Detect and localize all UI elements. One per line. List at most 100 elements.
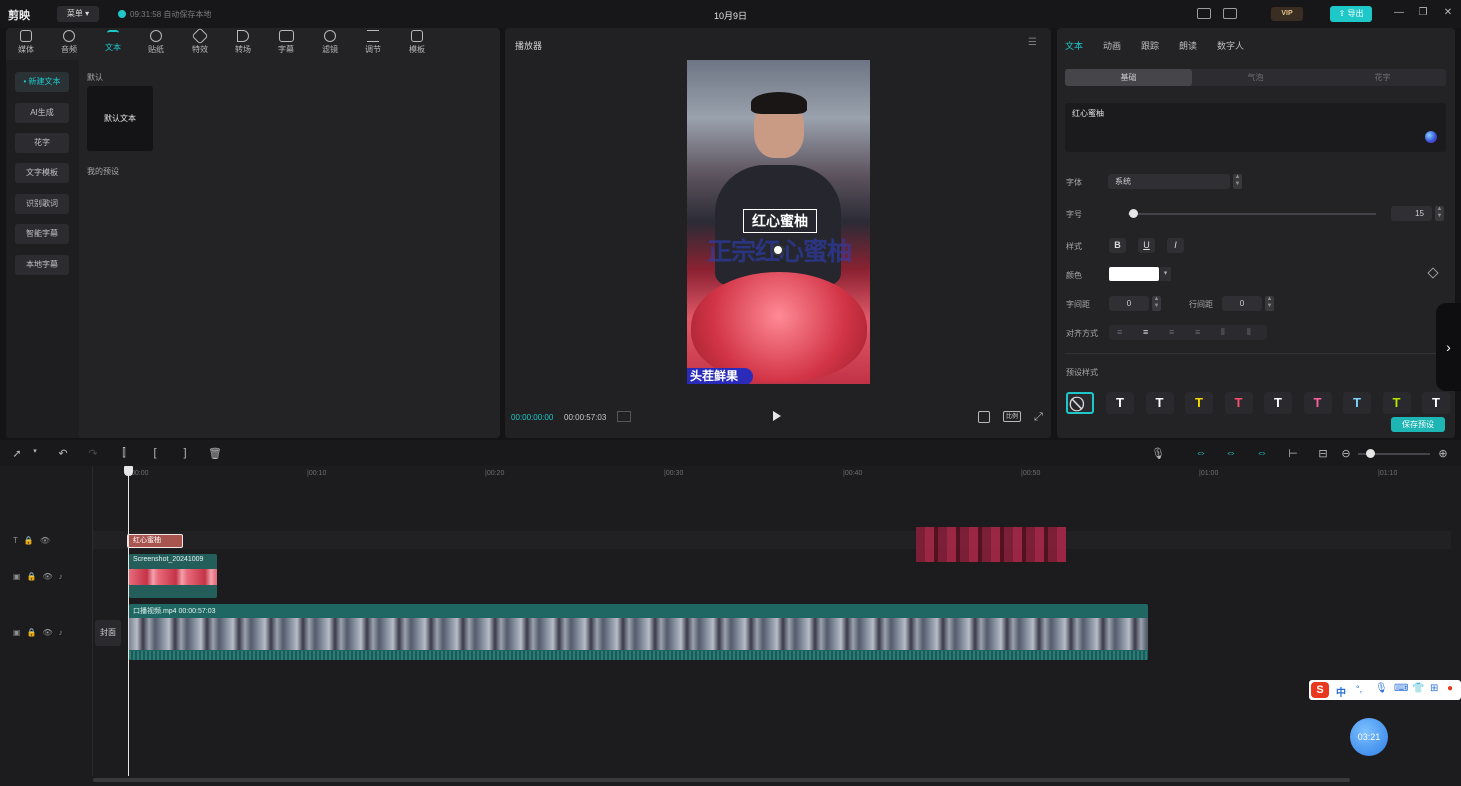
screenshot-icon[interactable] (978, 411, 990, 423)
preset-style-8[interactable]: T (1382, 392, 1411, 414)
preset-style-3[interactable]: T (1185, 392, 1213, 414)
overlay-track-controls[interactable]: ▣🔒👁♪ (13, 572, 69, 581)
tool-filter[interactable]: 滤镜 (310, 30, 350, 55)
preset-style-7[interactable]: T (1343, 392, 1371, 414)
tab-animation[interactable]: 动画 (1103, 39, 1121, 52)
microphone-icon[interactable]: 🎙 (1151, 447, 1165, 460)
play-icon[interactable] (773, 411, 781, 421)
zoom-out-icon[interactable]: ⊖ (1339, 447, 1353, 460)
tool-caption[interactable]: 字幕 (266, 30, 306, 55)
layout-icon[interactable] (1223, 8, 1237, 19)
sidebar-item-fancy-text[interactable]: 花字 (15, 133, 69, 153)
text-content-input[interactable]: 红心蜜柚 (1065, 103, 1446, 152)
vip-badge[interactable]: VIP (1271, 7, 1303, 21)
italic-button[interactable]: I (1167, 238, 1184, 253)
sidebar-item-local-caption[interactable]: 本地字幕 (15, 255, 69, 275)
tool-effects[interactable]: 特效 (180, 27, 220, 55)
ime-keyboard-icon[interactable]: ⌨ (1394, 683, 1408, 694)
size-slider-track[interactable] (1128, 213, 1376, 215)
chevron-right-icon[interactable]: › (1436, 303, 1461, 391)
char-spacing-stepper[interactable]: ▲ ▼ (1152, 296, 1161, 311)
zoom-slider-thumb[interactable] (1366, 449, 1375, 458)
align-justify-icon[interactable]: ≡ (1195, 327, 1200, 337)
playhead[interactable] (128, 466, 129, 776)
sidebar-item-ai-generate[interactable]: AI生成 (15, 103, 69, 123)
line-spacing-input[interactable]: 0 (1222, 296, 1262, 311)
text-clip[interactable]: 红心蜜柚 (127, 534, 183, 548)
zoom-in-icon[interactable]: ⊕ (1436, 447, 1450, 460)
fit-view-icon[interactable]: ⊟ (1316, 447, 1330, 460)
ratio-button[interactable]: 比例 (1003, 411, 1021, 422)
tool-adjust[interactable]: 调节 (353, 30, 393, 55)
timeline-scrollbar[interactable] (93, 778, 1350, 782)
underline-button[interactable]: U (1138, 238, 1155, 253)
tool-template[interactable]: 模板 (397, 30, 437, 55)
ime-toolbar[interactable]: S 中 °, 🎙 ⌨ 👕 ⊞ ● (1309, 680, 1461, 700)
trim-right-icon[interactable]: ] (178, 447, 192, 459)
undo-icon[interactable]: ↶ (56, 447, 70, 460)
link-main-track-icon[interactable]: ⇔ (1194, 447, 1208, 459)
subtab-fancy[interactable]: 花字 (1319, 69, 1446, 86)
ime-avatar-icon[interactable]: ● (1447, 683, 1453, 694)
split-icon[interactable]: ⫿ (117, 447, 131, 460)
recording-timer[interactable]: 03:21 (1350, 718, 1388, 756)
player-menu-icon[interactable]: ☰ (1028, 37, 1037, 48)
preset-style-5[interactable]: T (1264, 392, 1292, 414)
select-cursor-icon[interactable]: ➚ (10, 447, 24, 460)
font-stepper[interactable]: ▲ ▼ (1233, 174, 1242, 189)
ime-language-toggle[interactable]: 中 (1336, 684, 1346, 699)
cursor-dropdown-icon[interactable]: ▾ (28, 447, 42, 455)
bold-button[interactable]: B (1109, 238, 1126, 253)
shortcut-icon[interactable] (1197, 8, 1211, 19)
preset-style-6[interactable]: T (1303, 392, 1332, 414)
preset-style-4[interactable]: T (1224, 392, 1253, 414)
video-preview[interactable]: 正宗红心蜜柚 红心蜜柚 头茬鲜果 (687, 60, 870, 384)
fullscreen-icon[interactable]: ⤢ (1034, 411, 1043, 424)
minimize-icon[interactable]: — (1393, 7, 1405, 18)
tool-media[interactable]: 媒体 (6, 30, 46, 55)
preview-axis-icon[interactable]: ⊢ (1286, 447, 1300, 460)
main-track-controls[interactable]: ▣🔒👁♪ (13, 628, 69, 637)
cover-button[interactable]: 封面 (95, 620, 121, 646)
char-spacing-input[interactable]: 0 (1109, 296, 1149, 311)
tab-digital-human[interactable]: 数字人 (1217, 39, 1244, 52)
rotate-handle-icon[interactable] (772, 244, 784, 256)
align-vertical-icon[interactable]: ⫴ (1247, 327, 1251, 338)
tool-transition[interactable]: 转场 (223, 30, 263, 55)
sidebar-item-lyrics[interactable]: 识别歌词 (15, 194, 69, 214)
align-top-icon[interactable]: ⫴ (1221, 327, 1225, 338)
delete-icon[interactable]: 🗑 (208, 447, 222, 460)
preset-none-icon[interactable]: ⃠ (1066, 392, 1094, 414)
preset-style-9[interactable]: T (1422, 392, 1450, 414)
color-dropdown-icon[interactable]: ▾ (1160, 267, 1171, 281)
save-preset-button[interactable]: 保存预设 (1391, 417, 1445, 432)
tab-read-aloud[interactable]: 朗读 (1179, 39, 1197, 52)
magnet-snap-icon[interactable]: ⇔ (1224, 447, 1238, 459)
text-color-swatch[interactable] (1109, 267, 1159, 281)
tab-tracking[interactable]: 跟踪 (1141, 39, 1159, 52)
size-stepper[interactable]: ▲ ▼ (1435, 206, 1444, 221)
line-spacing-stepper[interactable]: ▲ ▼ (1265, 296, 1274, 311)
playhead-handle[interactable] (124, 466, 133, 476)
linkage-icon[interactable]: ⇔ (1255, 447, 1269, 459)
maximize-icon[interactable]: ❐ (1417, 7, 1429, 18)
sidebar-item-text-template[interactable]: 文字模板 (15, 163, 69, 183)
timecode-grid-icon[interactable] (617, 411, 631, 422)
ime-skin-icon[interactable]: 👕 (1412, 683, 1424, 694)
align-left-icon[interactable]: ≡ (1117, 327, 1122, 337)
tool-sticker[interactable]: 贴纸 (136, 30, 176, 55)
tool-text[interactable]: 文本 (93, 30, 133, 53)
ime-voice-icon[interactable]: 🎙 (1375, 683, 1388, 694)
trim-left-icon[interactable]: [ (148, 447, 162, 459)
ime-apps-icon[interactable]: ⊞ (1430, 683, 1438, 694)
main-video-clip[interactable]: 口播视频.mp4 00:00:57:03 (129, 604, 1148, 660)
align-right-icon[interactable]: ≡ (1169, 327, 1174, 337)
align-center-icon[interactable]: ≡ (1143, 327, 1148, 337)
text-track-controls[interactable]: T🔒👁 (13, 536, 56, 545)
redo-icon[interactable]: ↷ (86, 447, 100, 460)
subtab-basic[interactable]: 基础 (1065, 69, 1192, 86)
export-button[interactable]: ⇪ 导出 (1330, 6, 1372, 22)
size-input[interactable]: 15 (1391, 206, 1432, 221)
sidebar-item-new-text[interactable]: • 新建文本 (15, 72, 69, 92)
default-text-card[interactable]: 默认文本 (87, 86, 153, 151)
